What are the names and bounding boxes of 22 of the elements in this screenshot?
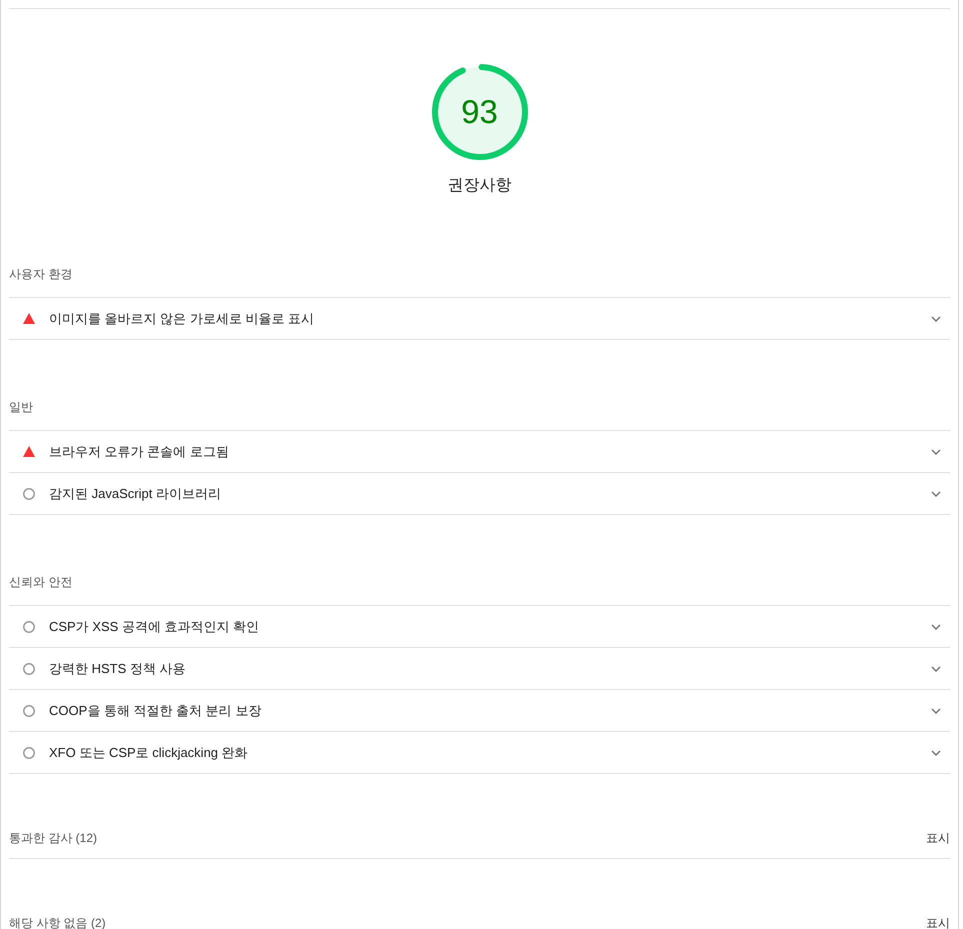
circle-icon <box>23 746 35 758</box>
circle-icon <box>23 620 35 632</box>
warning-triangle-icon <box>23 313 35 324</box>
audit-row[interactable]: 브라우저 오류가 콘솔에 로그됨 <box>9 431 950 473</box>
audit-row[interactable]: 이미지를 올바르지 않은 가로세로 비율로 표시 <box>9 298 950 340</box>
group-title: 일반 <box>9 400 33 414</box>
score-value: 93 <box>461 94 498 130</box>
circle-icon <box>23 662 35 674</box>
group-title: 통과한 감사 (12) <box>9 830 98 847</box>
circle-icon <box>23 704 35 716</box>
audit-row[interactable]: XFO 또는 CSP로 clickjacking 완화 <box>9 732 950 774</box>
warning-triangle-icon <box>23 446 35 457</box>
audit-row[interactable]: 감지된 JavaScript 라이브러리 <box>9 473 950 515</box>
audit-row[interactable]: COOP을 통해 적절한 출처 분리 보장 <box>9 690 950 732</box>
show-toggle[interactable]: 표시 <box>926 829 950 847</box>
circle-icon <box>23 488 35 500</box>
group-title: 사용자 환경 <box>9 267 72 281</box>
show-toggle[interactable]: 표시 <box>926 914 950 929</box>
group-title: 신뢰와 안전 <box>9 575 72 589</box>
audit-row[interactable]: 강력한 HSTS 정책 사용 <box>9 648 950 690</box>
category-title: 권장사항 <box>448 176 512 196</box>
audit-row[interactable]: CSP가 XSS 공격에 효과적인지 확인 <box>9 606 950 648</box>
